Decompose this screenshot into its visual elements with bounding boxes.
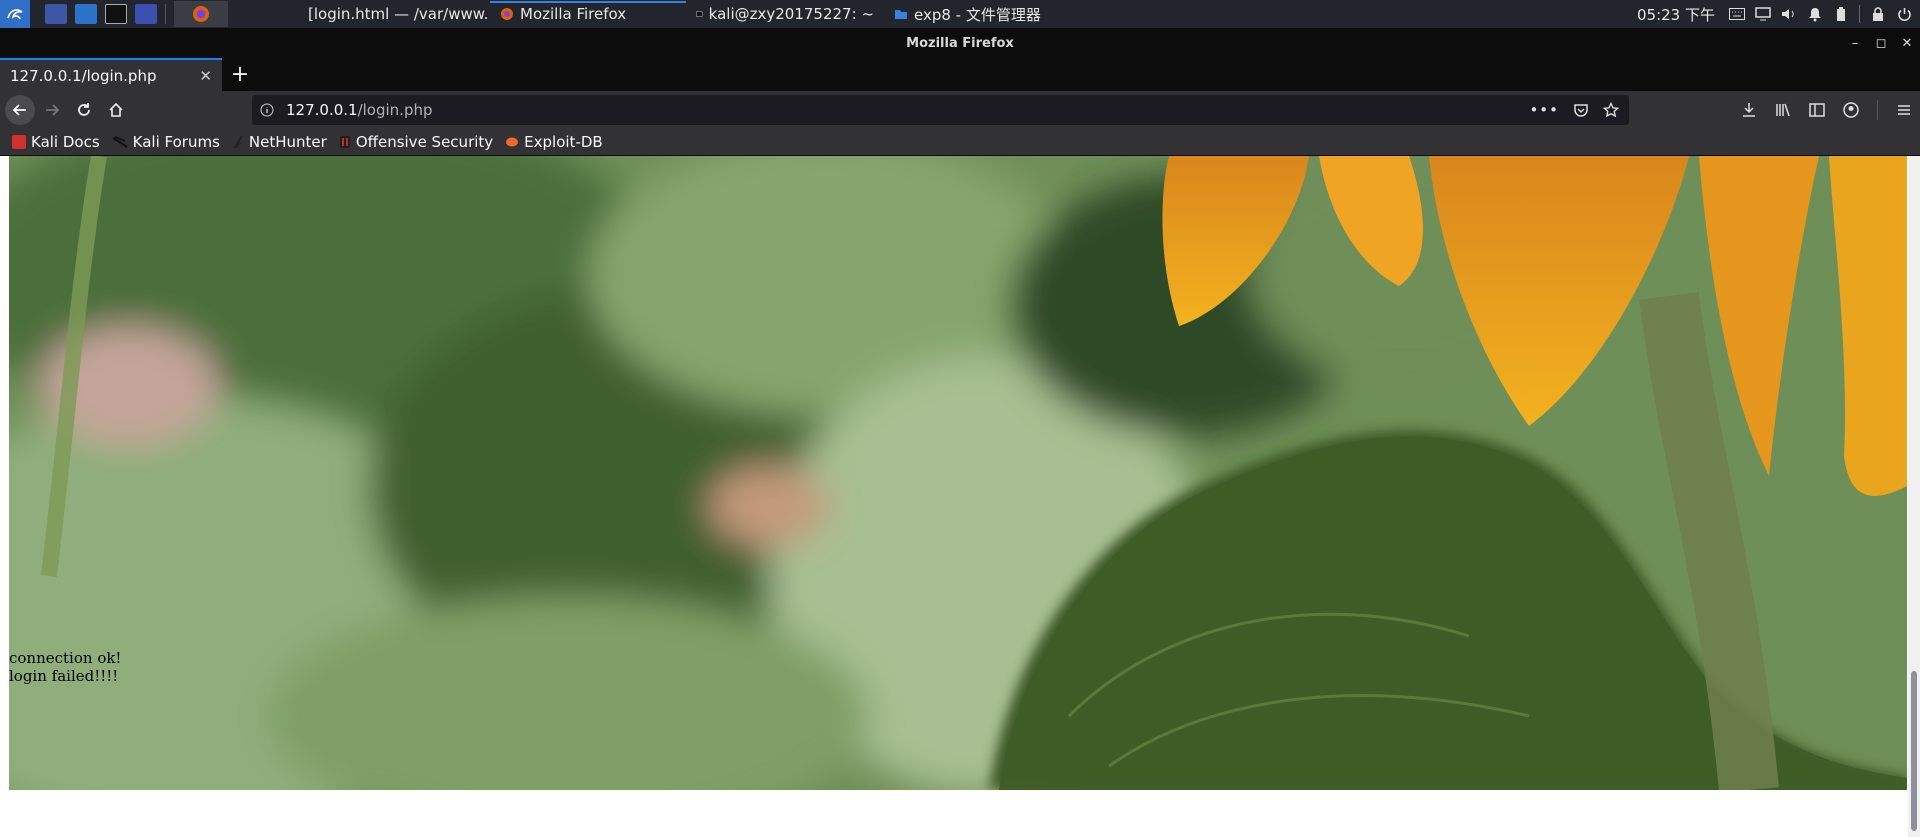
tab-title: 127.0.0.1/login.php <box>10 66 157 85</box>
arrow-left-icon <box>12 104 26 116</box>
file-manager-icon[interactable] <box>75 4 97 24</box>
bookmark-kali-docs[interactable]: Kali Docs <box>12 133 100 151</box>
url-bar[interactable]: 127.0.0.1/login.php ••• <box>252 95 1629 125</box>
close-icon[interactable]: ✕ <box>1900 36 1914 51</box>
task-label: kali@zxy20175227: ~ <box>708 5 874 23</box>
desktop-panel: [login.html — /var/www... Mozilla Firefo… <box>0 0 1920 28</box>
bookmark-label: NetHunter <box>248 133 327 151</box>
url-host: 127.0.0.1 <box>286 101 358 119</box>
task-editor[interactable]: [login.html — /var/www... <box>292 1 490 27</box>
sidebar-icon[interactable] <box>1809 102 1825 118</box>
battery-icon[interactable] <box>1833 6 1849 22</box>
downloads-icon[interactable] <box>1741 102 1757 118</box>
new-tab-button[interactable]: + <box>222 58 258 91</box>
offsec-icon <box>339 136 350 148</box>
screenshot-icon[interactable] <box>135 4 157 24</box>
clock[interactable]: 05:23 下午 <box>1637 4 1715 25</box>
terminal-icon[interactable] <box>105 4 127 24</box>
window-titlebar[interactable]: Mozilla Firefox – ◻ ✕ <box>0 28 1920 58</box>
tab-login[interactable]: 127.0.0.1/login.php ✕ <box>0 58 222 91</box>
nethunter-icon <box>233 135 243 149</box>
reload-icon <box>78 103 90 116</box>
account-icon[interactable] <box>1843 102 1859 118</box>
bookmark-exploit-db[interactable]: Exploit-DB <box>505 133 603 151</box>
folder-icon <box>895 10 907 19</box>
bookmark-kali-forums[interactable]: Kali Forums <box>112 133 220 151</box>
bookmark-nethunter[interactable]: NetHunter <box>232 133 327 151</box>
minimize-icon[interactable]: – <box>1848 36 1862 51</box>
info-icon[interactable] <box>260 103 274 117</box>
firefox-icon <box>501 8 513 20</box>
bookmark-label: Offensive Security <box>355 133 494 151</box>
kali-docs-icon <box>12 135 26 149</box>
home-icon <box>109 102 123 117</box>
panel-separator <box>165 4 166 24</box>
task-firefox[interactable]: Mozilla Firefox <box>490 1 686 27</box>
keyboard-icon[interactable] <box>1729 6 1745 22</box>
page-viewport: connection ok! login failed!!!! <box>0 156 1920 837</box>
quick-launch <box>30 4 157 24</box>
task-label: Mozilla Firefox <box>520 5 627 23</box>
window-controls: – ◻ ✕ <box>1848 28 1914 58</box>
volume-icon[interactable] <box>1781 6 1797 22</box>
task-terminal[interactable]: kali@zxy20175227: ~ <box>686 1 884 27</box>
forward-button[interactable] <box>37 95 67 125</box>
system-tray: 05:23 下午 <box>1637 0 1920 28</box>
notifications-icon[interactable] <box>1807 6 1823 22</box>
home-button[interactable] <box>101 95 131 125</box>
bookmark-label: Kali Docs <box>31 133 100 151</box>
arrow-right-icon <box>46 104 60 116</box>
bookmark-star-icon[interactable] <box>1603 102 1619 118</box>
show-desktop-icon[interactable] <box>45 4 67 24</box>
url-actions: ••• <box>1529 95 1619 125</box>
tab-bar: 127.0.0.1/login.php ✕ + <box>0 58 1920 91</box>
bookmark-offensive-security[interactable]: Offensive Security <box>339 133 493 151</box>
back-button[interactable] <box>5 95 35 125</box>
pocket-icon[interactable] <box>1573 102 1589 118</box>
terminal-icon <box>696 11 703 17</box>
kali-dragon-icon <box>7 9 23 20</box>
lock-icon[interactable] <box>1870 6 1886 22</box>
tab-close-icon[interactable]: ✕ <box>199 67 212 85</box>
bookmark-label: Kali Forums <box>132 133 220 151</box>
firefox-launcher[interactable] <box>174 1 228 27</box>
toolbar-right <box>1741 91 1912 129</box>
kali-menu-button[interactable] <box>0 0 30 28</box>
window-title: Mozilla Firefox <box>906 35 1014 51</box>
task-label: [login.html — /var/www... <box>308 5 490 23</box>
maximize-icon[interactable]: ◻ <box>1874 36 1888 51</box>
navigation-toolbar: 127.0.0.1/login.php ••• <box>0 91 1920 129</box>
task-file-manager[interactable]: exp8 - 文件管理器 <box>884 1 1104 27</box>
firefox-icon <box>193 6 209 22</box>
page-actions-icon[interactable]: ••• <box>1529 101 1559 119</box>
bookmark-label: Exploit-DB <box>524 133 603 151</box>
hamburger-menu-icon[interactable] <box>1896 102 1912 118</box>
power-icon[interactable] <box>1896 6 1912 22</box>
scrollbar-thumb[interactable] <box>1911 671 1917 831</box>
vertical-scrollbar[interactable] <box>1908 156 1920 837</box>
status-message-connection: connection ok! <box>9 649 122 667</box>
library-icon[interactable] <box>1775 102 1791 118</box>
task-label: exp8 - 文件管理器 <box>914 5 1041 24</box>
kali-dragon-icon <box>112 136 128 148</box>
status-message-login: login failed!!!! <box>9 667 119 685</box>
reload-button[interactable] <box>69 95 99 125</box>
display-icon[interactable] <box>1755 6 1771 22</box>
sunflower-background-image <box>9 156 1907 790</box>
url-path: /login.php <box>357 101 433 119</box>
bookmarks-toolbar: Kali Docs Kali Forums NetHunter Offensiv… <box>0 129 1920 156</box>
exploit-db-icon <box>506 137 519 147</box>
